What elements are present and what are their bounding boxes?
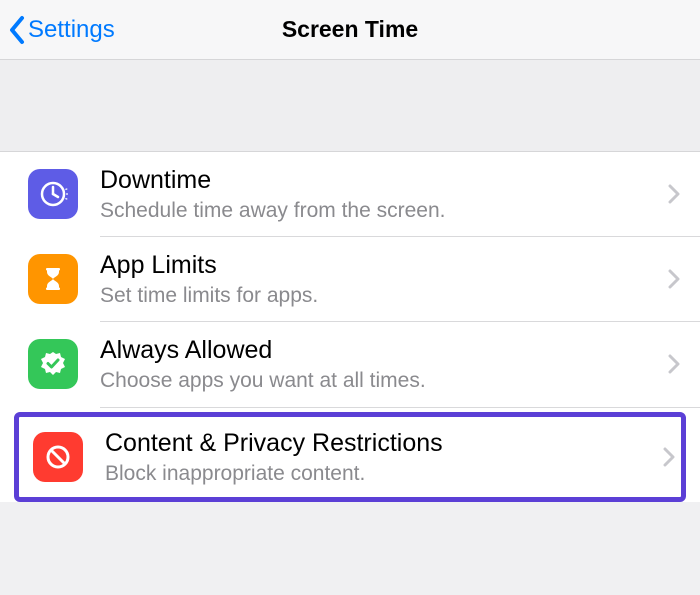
back-button[interactable]: Settings [8,15,115,45]
downtime-icon [28,169,78,219]
no-entry-icon [33,432,83,482]
hourglass-icon [28,254,78,304]
separator [100,407,700,408]
row-subtitle: Schedule time away from the screen. [100,198,656,223]
settings-list: Downtime Schedule time away from the scr… [0,152,700,502]
check-badge-icon [28,339,78,389]
row-title: Always Allowed [100,335,656,365]
chevron-right-icon [663,447,675,467]
section-gap [0,60,700,152]
row-subtitle: Set time limits for apps. [100,283,656,308]
row-subtitle: Choose apps you want at all times. [100,368,656,393]
row-always-allowed[interactable]: Always Allowed Choose apps you want at a… [0,322,700,406]
back-label: Settings [28,16,115,44]
row-title: App Limits [100,250,656,280]
page-title: Screen Time [282,16,418,43]
row-downtime[interactable]: Downtime Schedule time away from the scr… [0,152,700,236]
chevron-right-icon [668,184,680,204]
nav-bar: Settings Screen Time [0,0,700,60]
row-title: Downtime [100,165,656,195]
chevron-right-icon [668,354,680,374]
chevron-right-icon [668,269,680,289]
row-content-privacy[interactable]: Content & Privacy Restrictions Block ina… [14,412,686,502]
chevron-left-icon [8,15,26,45]
row-title: Content & Privacy Restrictions [105,428,651,458]
row-subtitle: Block inappropriate content. [105,461,651,486]
row-app-limits[interactable]: App Limits Set time limits for apps. [0,237,700,321]
